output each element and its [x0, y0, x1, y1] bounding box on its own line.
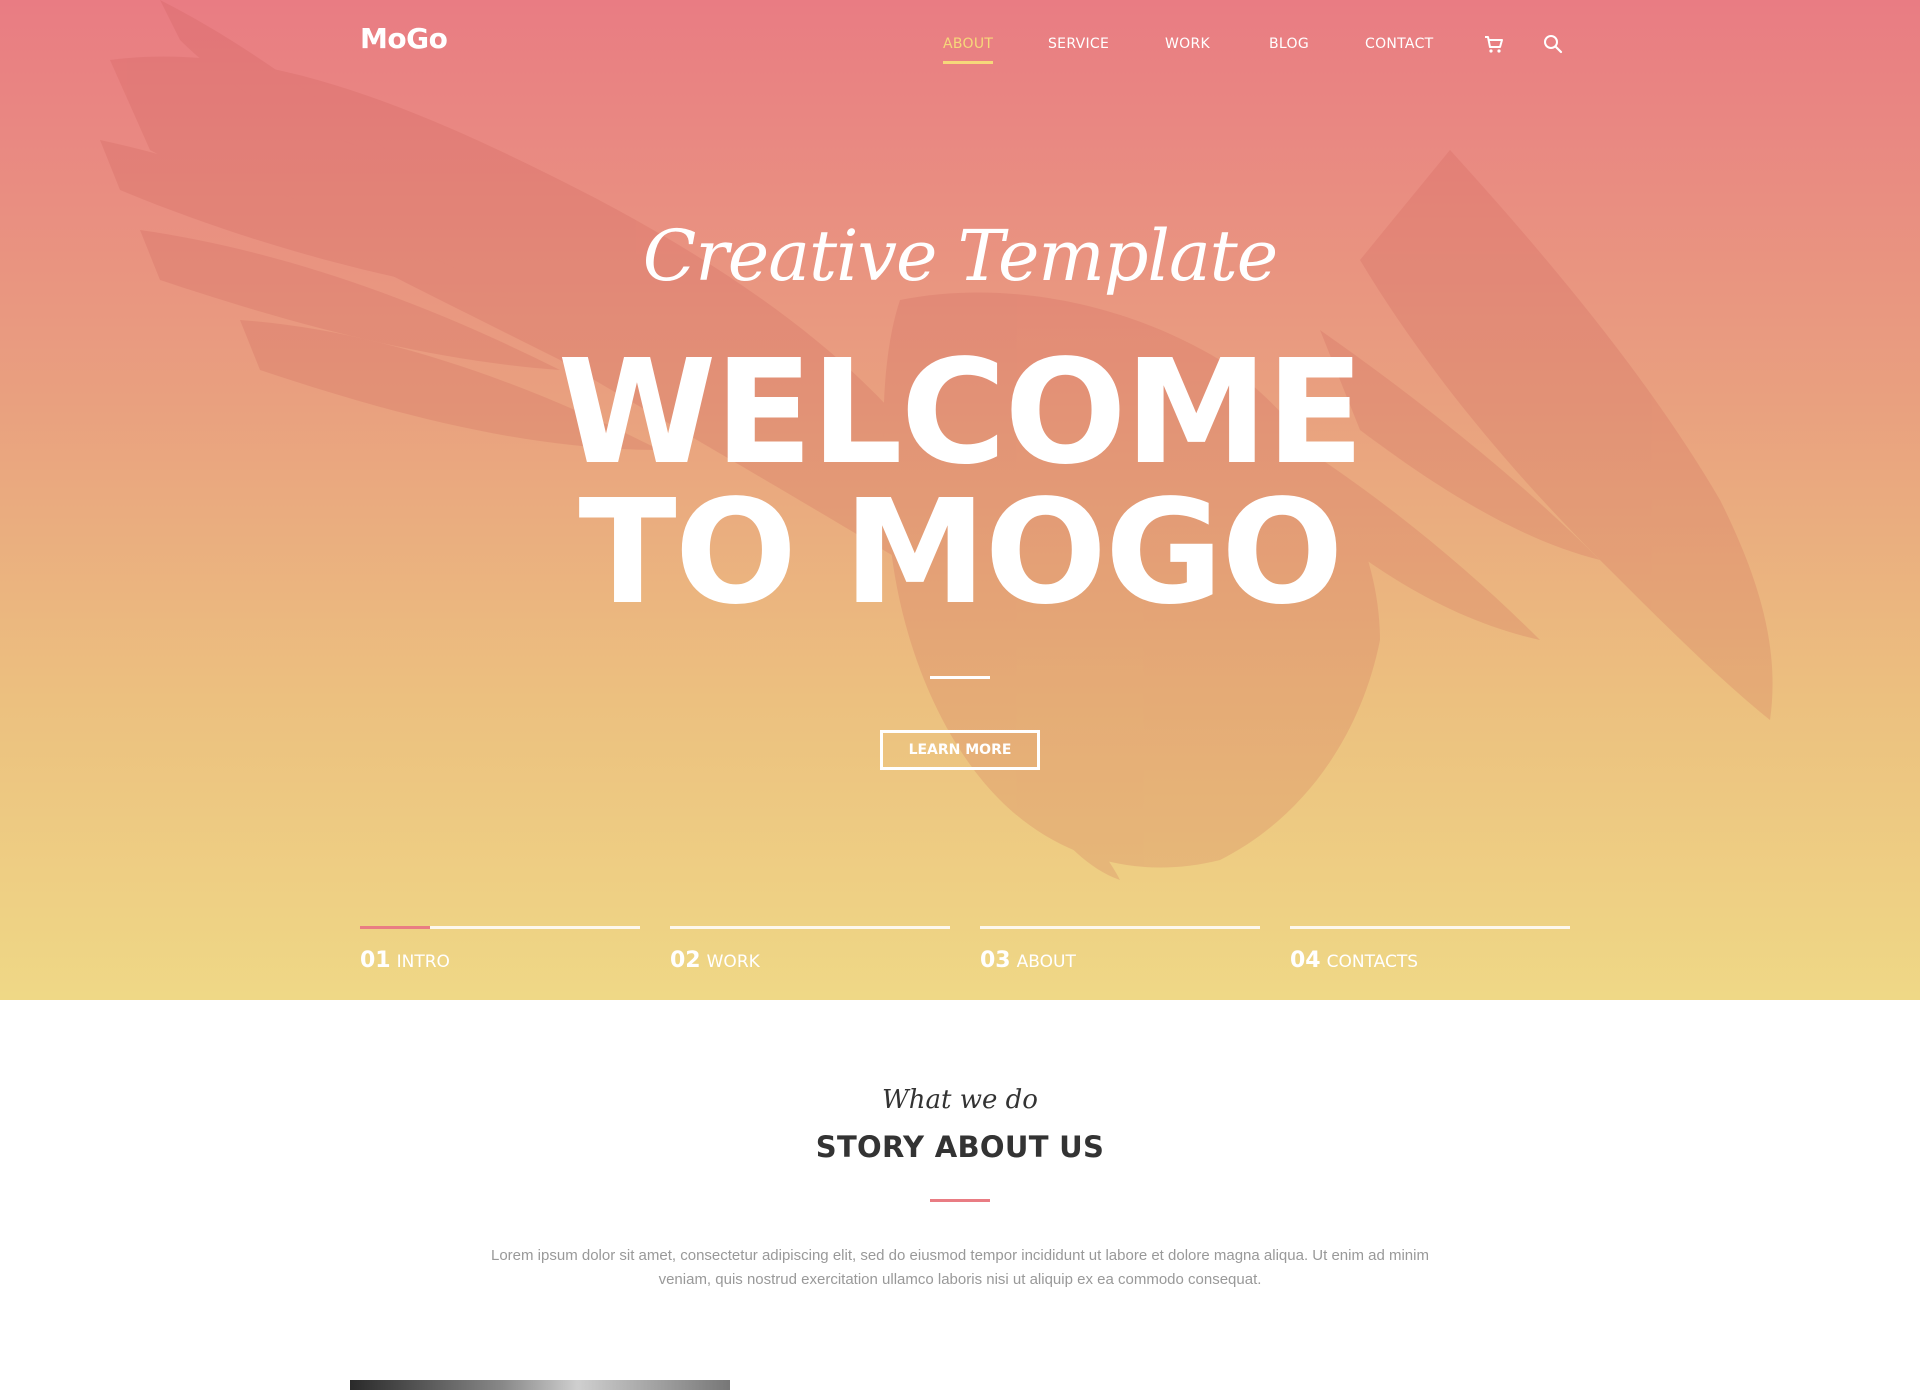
step-progress-bar	[1290, 926, 1570, 929]
step-label: 01 INTRO	[360, 948, 450, 973]
main-nav: ABOUT SERVICE WORK BLOG CONTACT	[0, 36, 1920, 66]
step-work[interactable]: 02 WORK	[670, 926, 950, 986]
story-title: STORY ABOUT US	[815, 1130, 1105, 1164]
step-number: 04	[1290, 948, 1321, 973]
nav-item-about[interactable]: ABOUT	[943, 36, 994, 64]
step-progress-fill	[360, 926, 430, 929]
step-label: 03 ABOUT	[980, 948, 1076, 973]
step-number: 01	[360, 948, 391, 973]
hero-section: MoGo ABOUT SERVICE WORK BLOG CONTACT Cre…	[0, 0, 1920, 1000]
story-text: Lorem ipsum dolor sit amet, consectetur …	[491, 1247, 1429, 1288]
step-number: 03	[980, 948, 1011, 973]
nav-item-service[interactable]: SERVICE	[1048, 36, 1109, 52]
story-divider	[930, 1199, 990, 1202]
nav-item-contact[interactable]: CONTACT	[1365, 36, 1434, 52]
nav-item-work[interactable]: WORK	[1165, 36, 1210, 52]
cart-icon[interactable]	[1483, 33, 1505, 55]
step-progress-bar	[980, 926, 1260, 929]
hero-steps: 01 INTRO 02 WORK 03 ABOUT 04 CONTACTS	[0, 926, 1920, 986]
learn-more-button[interactable]: LEARN MORE	[880, 730, 1040, 770]
step-intro[interactable]: 01 INTRO	[360, 926, 640, 986]
step-contacts[interactable]: 04 CONTACTS	[1290, 926, 1570, 986]
step-text: WORK	[706, 952, 760, 972]
story-image	[350, 1380, 730, 1390]
step-text: INTRO	[396, 952, 450, 972]
story-eyebrow: What we do	[882, 1085, 1038, 1115]
hero-headline-line2: TO MOGO	[578, 468, 1343, 636]
hero-headline-line1: WELCOME	[557, 328, 1365, 496]
step-number: 02	[670, 948, 701, 973]
search-icon[interactable]	[1542, 33, 1564, 55]
hero-divider	[930, 676, 990, 679]
hero-subtitle: Creative Template	[642, 215, 1278, 297]
step-text: ABOUT	[1016, 952, 1076, 972]
step-label: 04 CONTACTS	[1290, 948, 1418, 973]
step-progress-bar	[360, 926, 640, 929]
step-progress-bar	[670, 926, 950, 929]
step-label: 02 WORK	[670, 948, 760, 973]
nav-item-blog[interactable]: BLOG	[1269, 36, 1309, 52]
step-text: CONTACTS	[1326, 952, 1419, 972]
step-about[interactable]: 03 ABOUT	[980, 926, 1260, 986]
